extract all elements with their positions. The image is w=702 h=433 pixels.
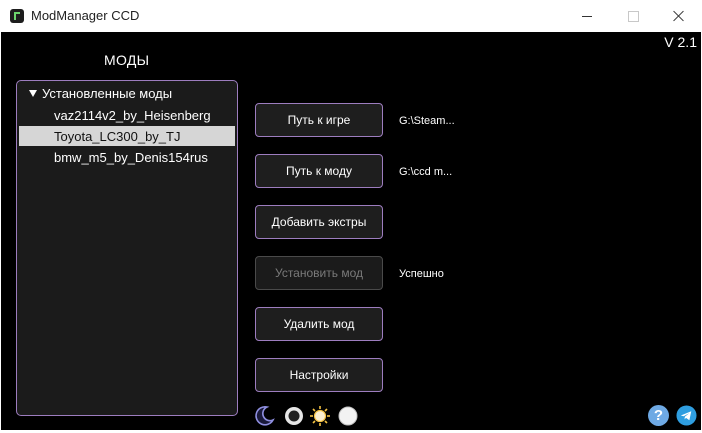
close-icon [673, 10, 685, 22]
title-bar[interactable]: ModManager CCD [0, 0, 702, 32]
tree-group-label: Установленные моды [42, 85, 173, 101]
install-mod-button[interactable]: Установить мод [255, 256, 383, 290]
app-logo-icon [10, 9, 24, 23]
install-status: Успешно [399, 268, 444, 280]
close-button[interactable] [656, 0, 702, 32]
expand-triangle-icon[interactable] [29, 89, 37, 97]
tree-item-vaz2114[interactable]: vaz2114v2_by_Heisenberg [19, 105, 235, 125]
maximize-icon [627, 10, 639, 22]
add-extras-button[interactable]: Добавить экстры [255, 205, 383, 239]
game-path-button[interactable]: Путь к игре [255, 103, 383, 137]
light-theme-icon[interactable] [337, 405, 359, 427]
maximize-button[interactable] [610, 0, 656, 32]
game-path-value: G:\Steam... [399, 115, 455, 127]
version-label: V 2.1 [664, 34, 697, 50]
tree-item-label: bmw_m5_by_Denis154rus [54, 149, 208, 165]
window-title: ModManager CCD [31, 8, 140, 23]
tree-item-bmw-m5[interactable]: bmw_m5_by_Denis154rus [19, 147, 235, 167]
moon-icon[interactable] [253, 405, 275, 427]
dark-theme-icon[interactable] [283, 405, 305, 427]
mods-heading: МОДЫ [104, 52, 150, 68]
telegram-icon[interactable] [676, 405, 697, 426]
mods-tree[interactable]: Установленные моды vaz2114v2_by_Heisenbe… [16, 80, 238, 416]
tree-item-label: Toyota_LC300_by_TJ [54, 128, 181, 144]
main-panel: V 2.1 МОДЫ Установленные моды vaz2114v2_… [1, 32, 701, 430]
tree-group-installed-mods[interactable]: Установленные моды [17, 83, 237, 103]
minimize-icon [582, 15, 592, 17]
mod-path-button[interactable]: Путь к моду [255, 154, 383, 188]
help-icon[interactable]: ? [648, 405, 669, 426]
tree-item-label: vaz2114v2_by_Heisenberg [54, 107, 211, 123]
minimize-button[interactable] [564, 0, 610, 32]
settings-button[interactable]: Настройки [255, 358, 383, 392]
tree-item-toyota-lc300[interactable]: Toyota_LC300_by_TJ [19, 126, 235, 146]
mod-path-value: G:\ccd m... [399, 166, 453, 178]
app-window: ModManager CCD V 2.1 МОДЫ Установленные … [0, 0, 702, 433]
sun-icon[interactable] [309, 405, 331, 427]
delete-mod-button[interactable]: Удалить мод [255, 307, 383, 341]
